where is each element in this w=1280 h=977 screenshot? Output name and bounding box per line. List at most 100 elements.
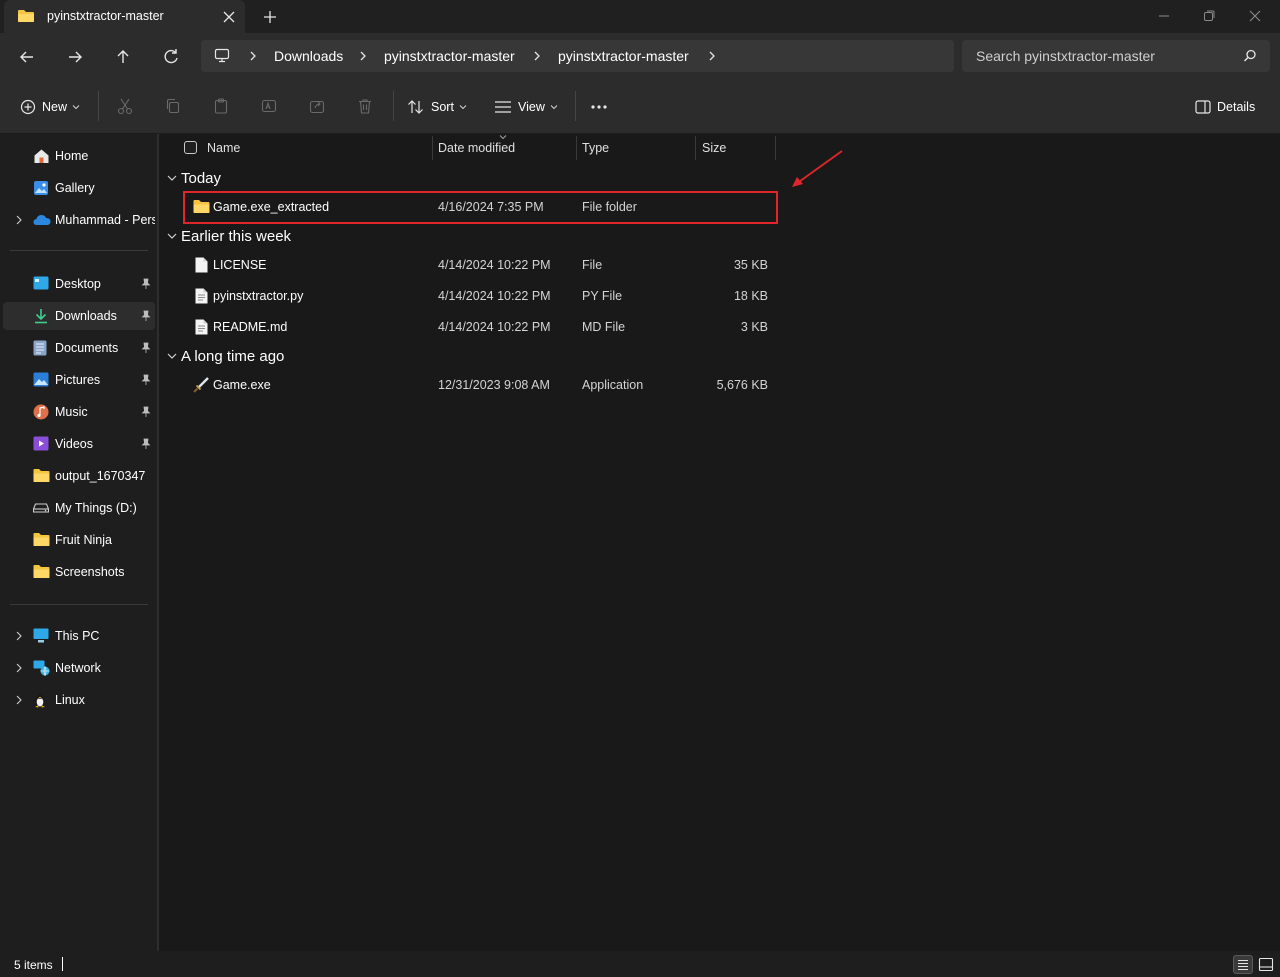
sidebar-item-pictures[interactable]: Pictures (3, 366, 155, 394)
chevron-down-icon (167, 353, 177, 360)
sidebar-item-downloads[interactable]: Downloads (3, 302, 155, 330)
text-file-icon (195, 288, 208, 304)
new-tab-button[interactable] (261, 8, 279, 26)
sidebar-item-documents[interactable]: Documents (3, 334, 155, 362)
group-label: Earlier this week (181, 228, 292, 245)
chevron-down-icon (72, 104, 80, 110)
drive-icon (33, 503, 49, 513)
sidebar-item-output-folder[interactable]: output_1670347 (3, 462, 155, 490)
minimize-button[interactable] (1156, 8, 1172, 24)
file-name: LICENSE (213, 258, 267, 272)
chevron-right-icon[interactable] (248, 50, 258, 62)
pin-icon[interactable] (141, 278, 151, 290)
sword-app-icon (193, 377, 209, 393)
chevron-right-icon[interactable] (15, 695, 23, 705)
chevron-right-icon[interactable] (532, 50, 542, 62)
more-options-button[interactable] (590, 79, 608, 134)
sidebar-label: Gallery (55, 181, 95, 195)
chevron-right-icon[interactable] (15, 631, 23, 641)
file-row-pyinstxtractor-py[interactable]: pyinstxtractor.py 4/14/2024 10:22 PM PY … (186, 281, 776, 311)
back-button[interactable] (15, 45, 39, 69)
sidebar-label: Videos (55, 437, 93, 451)
computer-icon[interactable] (214, 48, 230, 63)
command-bar: New Sort View Details (0, 79, 1280, 134)
chevron-right-icon[interactable] (15, 215, 23, 225)
file-name: README.md (213, 320, 288, 334)
column-date-modified[interactable]: Date modified (433, 134, 576, 161)
group-label: Today (181, 170, 222, 187)
column-divider[interactable] (775, 136, 776, 160)
search-icon[interactable] (1243, 49, 1257, 63)
sidebar-item-videos[interactable]: Videos (3, 430, 155, 458)
refresh-button[interactable] (159, 45, 183, 69)
view-button[interactable]: View (494, 79, 558, 134)
pane-splitter[interactable] (157, 134, 159, 951)
toolbar-divider (98, 91, 99, 121)
file-row-license[interactable]: LICENSE 4/14/2024 10:22 PM File 35 KB (186, 250, 776, 280)
file-name: Game.exe (213, 378, 271, 392)
forward-button[interactable] (63, 45, 87, 69)
sidebar-item-home[interactable]: Home (3, 142, 155, 170)
downloads-icon (33, 308, 49, 324)
column-header-row: Name Date modified Type Size (160, 134, 780, 161)
chevron-right-icon[interactable] (358, 50, 368, 62)
address-bar[interactable]: Downloads pyinstxtractor-master pyinstxt… (201, 40, 954, 72)
column-name[interactable]: Name (160, 134, 432, 161)
pin-icon[interactable] (141, 374, 151, 386)
chevron-down-icon (167, 233, 177, 240)
sidebar-item-onedrive[interactable]: Muhammad - Personal (3, 206, 155, 234)
close-tab-icon[interactable] (220, 8, 238, 26)
file-name: pyinstxtractor.py (213, 289, 304, 303)
sidebar-item-gallery[interactable]: Gallery (3, 174, 155, 202)
rename-icon[interactable] (260, 97, 278, 115)
chevron-right-icon[interactable] (707, 50, 717, 62)
tab-title: pyinstxtractor-master (47, 9, 164, 23)
file-size: 35 KB (733, 258, 768, 272)
delete-icon[interactable] (356, 97, 374, 115)
column-type[interactable]: Type (577, 134, 695, 161)
new-button[interactable]: New (20, 79, 80, 134)
cut-icon[interactable] (116, 97, 134, 115)
linux-penguin-icon (33, 692, 47, 708)
file-date: 4/14/2024 10:22 PM (438, 320, 551, 334)
breadcrumb-pyinstxtractor-master-1[interactable]: pyinstxtractor-master (384, 48, 515, 64)
tiles-view-button[interactable] (1256, 955, 1276, 974)
restore-button[interactable] (1201, 8, 1217, 24)
close-window-button[interactable] (1247, 8, 1263, 24)
sidebar-item-screenshots[interactable]: Screenshots (3, 558, 155, 586)
file-row-game-exe[interactable]: Game.exe 12/31/2023 9:08 AM Application … (186, 370, 776, 400)
sidebar-label: Network (55, 661, 101, 675)
details-view-button[interactable] (1233, 955, 1253, 974)
pin-icon[interactable] (141, 310, 151, 322)
sidebar-item-this-pc[interactable]: This PC (3, 622, 155, 650)
breadcrumb-pyinstxtractor-master-2[interactable]: pyinstxtractor-master (558, 48, 689, 64)
desktop-icon (33, 276, 49, 290)
up-button[interactable] (111, 45, 135, 69)
sidebar-item-linux[interactable]: Linux (3, 686, 155, 714)
pin-icon[interactable] (141, 438, 151, 450)
status-bar: 5 items (0, 951, 1280, 977)
share-icon[interactable] (308, 97, 326, 115)
column-size[interactable]: Size (696, 134, 775, 161)
sidebar-item-network[interactable]: Network (3, 654, 155, 682)
sidebar-item-desktop[interactable]: Desktop (3, 270, 155, 298)
copy-icon[interactable] (164, 97, 182, 115)
sidebar-item-fruit-ninja[interactable]: Fruit Ninja (3, 526, 155, 554)
chevron-down-icon (459, 104, 467, 110)
paste-icon[interactable] (212, 97, 230, 115)
sort-label: Sort (431, 99, 454, 114)
pin-icon[interactable] (141, 406, 151, 418)
pin-icon[interactable] (141, 342, 151, 354)
sort-button[interactable]: Sort (407, 79, 467, 134)
file-row-readme-md[interactable]: README.md 4/14/2024 10:22 PM MD File 3 K… (186, 312, 776, 342)
sidebar-item-music[interactable]: Music (3, 398, 155, 426)
videos-icon (33, 436, 49, 451)
details-pane-button[interactable]: Details (1195, 79, 1255, 134)
breadcrumb-downloads[interactable]: Downloads (274, 48, 343, 64)
search-input[interactable]: Search pyinstxtractor-master (962, 40, 1270, 72)
chevron-right-icon[interactable] (15, 663, 23, 673)
navigation-pane: Home Gallery Muhammad - Personal Desktop… (0, 134, 157, 951)
tab-active[interactable]: pyinstxtractor-master (4, 0, 245, 33)
folder-icon (33, 564, 50, 579)
sidebar-item-drive-d[interactable]: My Things (D:) (3, 494, 155, 522)
